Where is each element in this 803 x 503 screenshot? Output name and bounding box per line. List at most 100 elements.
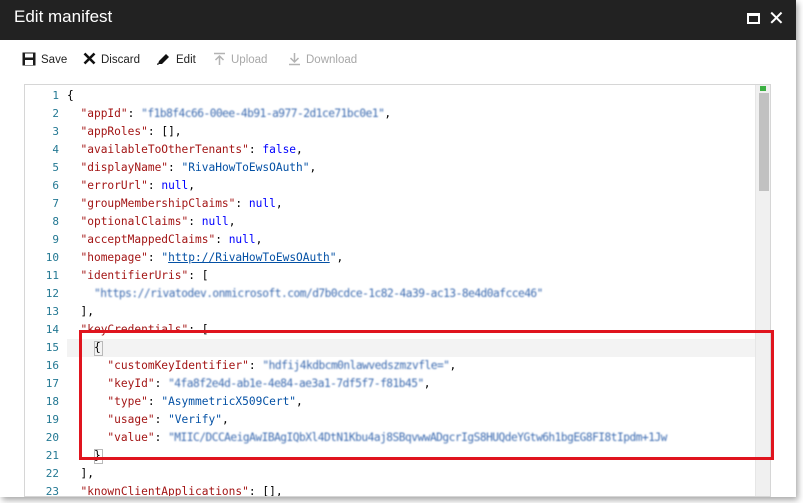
download-label: Download	[306, 54, 358, 66]
json-key: "keyCredentials"	[80, 323, 189, 336]
code-line: "homepage": "http://RivaHowToEwsOAuth",	[80, 251, 344, 264]
line-number: 7	[52, 197, 59, 210]
code-line: "usage": "Verify",	[107, 413, 229, 426]
json-keyword: null	[248, 197, 276, 210]
line-number: 8	[52, 215, 59, 228]
panel-title: Edit manifest	[14, 7, 113, 26]
json-key: "usage"	[107, 413, 155, 426]
vertical-scrollbar[interactable]	[755, 85, 770, 496]
json-key: "appId"	[80, 107, 128, 120]
json-keyword: null	[201, 215, 229, 228]
bracket: ],	[80, 305, 94, 318]
json-value: [	[201, 323, 209, 336]
code-line: "type": "AsymmetricX509Cert",	[107, 395, 303, 408]
json-keyword: null	[228, 233, 256, 246]
brace: {	[67, 89, 74, 102]
json-key: "homepage"	[80, 251, 148, 264]
json-key: "customKeyIdentifier"	[107, 359, 249, 372]
json-string-redacted: "hdfij4kdbcm0nlawvedszmzvfle="	[262, 359, 450, 372]
code-line: "customKeyIdentifier": "hdfij4kdbcm0nlaw…	[107, 359, 457, 372]
line-number: 22	[45, 467, 59, 480]
line-number: 10	[45, 251, 59, 264]
line-number: 6	[52, 179, 59, 192]
json-string: "AsymmetricX509Cert"	[161, 395, 297, 408]
title-bar: Edit manifest ✕	[0, 0, 796, 40]
json-string-redacted: "https://rivatodev.onmicrosoft.com/d7b0c…	[93, 287, 543, 300]
homepage-link[interactable]: http://RivaHowToEwsOAuth	[168, 251, 330, 264]
json-string: "Verify"	[168, 413, 222, 426]
discard-icon	[83, 52, 96, 68]
code-line: ],	[67, 465, 755, 483]
json-keyword: false	[262, 143, 297, 156]
upload-button[interactable]: Upload	[213, 50, 267, 70]
line-number: 23	[45, 485, 59, 497]
code-line: "acceptMappedClaims": null,	[80, 233, 263, 246]
discard-button[interactable]: Discard	[83, 50, 140, 70]
code-line: "appId": "f1b8f4c66-00ee-4b91-a977-2d1ce…	[80, 107, 392, 120]
download-button[interactable]: Download	[288, 50, 357, 70]
json-string-redacted: "4fa8f2e4d-ab1e-4e84-ae3a1-7df5f7-f81b45…	[168, 377, 424, 390]
code-line: "knownClientApplications": [],	[80, 485, 283, 496]
line-number: 1	[52, 89, 59, 102]
line-number: 14	[45, 323, 59, 336]
line-number: 5	[52, 161, 59, 174]
line-number: 11	[45, 269, 59, 282]
bracket: ],	[80, 467, 94, 480]
save-label: Save	[41, 54, 68, 66]
pencil-icon	[156, 52, 171, 69]
json-key: "keyId"	[107, 377, 155, 390]
code-line: "errorUrl": null,	[80, 179, 196, 192]
code-line: }	[67, 447, 755, 465]
bracket-match-marker	[94, 341, 103, 356]
save-button[interactable]: Save	[22, 50, 67, 70]
json-string-redacted: "MIIC/DCCAeigAwIBAgIQbXl4DtN1Kbu4aj8SBqv…	[168, 431, 667, 444]
command-bar: Save Discard Edit Upload Download	[0, 40, 796, 78]
line-number: 20	[45, 431, 59, 444]
line-number: 19	[45, 413, 59, 426]
json-key: "availableToOtherTenants"	[80, 143, 249, 156]
json-value: [	[201, 269, 209, 282]
discard-label: Discard	[101, 54, 140, 66]
json-value: [],	[262, 485, 283, 496]
maximize-button[interactable]	[743, 8, 765, 30]
edit-button[interactable]: Edit	[156, 50, 196, 70]
upload-icon	[213, 52, 226, 69]
json-key: "errorUrl"	[80, 179, 148, 192]
code-line: "https://rivatodev.onmicrosoft.com/d7b0c…	[67, 285, 755, 303]
line-number: 9	[52, 233, 59, 246]
maximize-icon	[747, 13, 760, 24]
edit-label: Edit	[176, 54, 196, 66]
code-line: {	[67, 87, 755, 105]
code-line: "availableToOtherTenants": false,	[80, 143, 303, 156]
json-string: "RivaHowToEwsOAuth"	[181, 161, 310, 174]
line-number: 18	[45, 395, 59, 408]
line-number: 2	[52, 107, 59, 120]
json-value: [],	[161, 125, 182, 138]
scroll-marker	[760, 86, 766, 91]
code-line: "groupMembershipClaims": null,	[80, 197, 283, 210]
json-key: "groupMembershipClaims"	[80, 197, 236, 210]
json-key: "identifierUris"	[80, 269, 189, 282]
json-key: "appRoles"	[80, 125, 148, 138]
code-line: ],	[67, 303, 755, 321]
line-number-gutter: 1 2 3 4 5 6 7 8 9 10 11 12 13 14 15 16 1…	[25, 85, 67, 496]
line-number: 16	[45, 359, 59, 372]
json-keyword: null	[161, 179, 189, 192]
json-key: "displayName"	[80, 161, 169, 174]
close-icon: ✕	[768, 6, 785, 30]
json-key: "type"	[107, 395, 148, 408]
code-editor[interactable]: 1 2 3 4 5 6 7 8 9 10 11 12 13 14 15 16 1…	[24, 84, 771, 497]
manifest-editor-panel: Edit manifest ✕ Save Discard Edit Upload…	[0, 0, 796, 497]
save-icon	[22, 52, 36, 69]
json-key: "knownClientApplications"	[80, 485, 249, 496]
line-number: 12	[45, 287, 59, 300]
download-icon	[288, 52, 301, 69]
json-string-redacted: "f1b8f4c66-00ee-4b91-a977-2d1ce71bc0e1"	[141, 107, 385, 120]
upload-label: Upload	[231, 54, 268, 66]
code-content[interactable]: { "appId": "f1b8f4c66-00ee-4b91-a977-2d1…	[67, 85, 755, 496]
line-number: 13	[45, 305, 59, 318]
close-button[interactable]: ✕	[766, 6, 788, 30]
code-line-current: {	[67, 339, 755, 357]
scrollbar-thumb[interactable]	[759, 93, 769, 191]
json-key: "acceptMappedClaims"	[80, 233, 216, 246]
